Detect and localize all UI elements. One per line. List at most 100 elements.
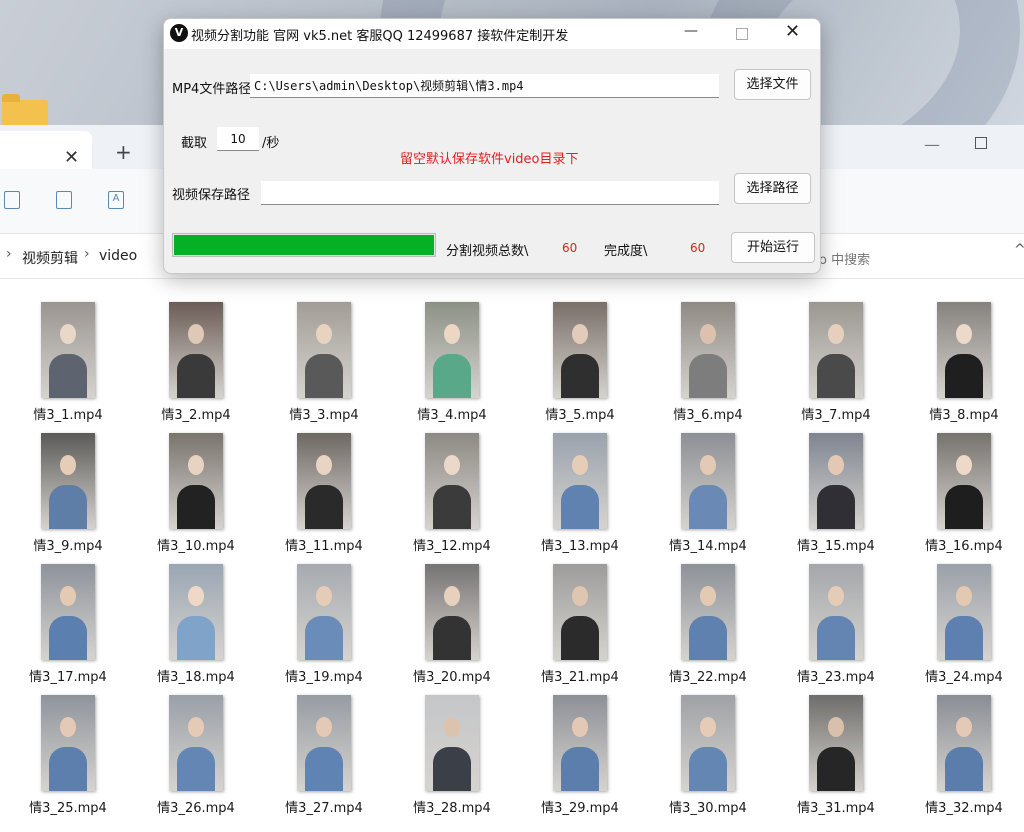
desktop-folder-icon[interactable] [2,94,48,125]
file-item[interactable]: 情3_7.mp4 [768,296,896,427]
video-thumbnail [809,433,863,529]
dialog-titlebar: V 视频分割功能 官网 vk5.net 客服QQ 12499687 接软件定制开… [164,19,820,49]
file-name: 情3_15.mp4 [797,539,875,554]
maximize-icon[interactable] [736,28,748,40]
video-thumbnail [169,433,223,529]
video-thumbnail [681,433,735,529]
rename-icon[interactable]: A [108,191,124,209]
file-name: 情3_7.mp4 [801,408,871,423]
file-item[interactable]: 情3_28.mp4 [384,689,512,820]
save-path-input[interactable] [261,181,719,205]
close-icon[interactable]: ✕ [64,147,79,168]
video-thumbnail [425,695,479,791]
file-name: 情3_22.mp4 [669,670,747,685]
choose-file-button[interactable]: 选择文件 [734,69,811,100]
file-item[interactable]: 情3_10.mp4 [128,427,256,558]
file-item[interactable]: 情3_18.mp4 [128,558,256,689]
file-name: 情3_17.mp4 [29,670,107,685]
choose-path-button[interactable]: 选择路径 [734,173,811,204]
minimize-icon[interactable]: — [684,23,698,39]
progress-fill [174,235,434,255]
file-item[interactable]: 情3_22.mp4 [640,558,768,689]
breadcrumb-item[interactable]: video [99,248,137,264]
file-item[interactable]: 情3_14.mp4 [640,427,768,558]
paste-icon[interactable] [56,191,72,209]
file-name: 情3_1.mp4 [33,408,103,423]
video-thumbnail [553,433,607,529]
maximize-icon[interactable] [975,137,987,149]
video-thumbnail [425,564,479,660]
video-thumbnail [809,695,863,791]
video-thumbnail [553,564,607,660]
close-icon[interactable]: ✕ [785,21,800,42]
file-name: 情3_27.mp4 [285,801,363,816]
video-thumbnail [41,433,95,529]
explorer-tab[interactable]: ✕ [0,131,92,169]
file-item[interactable]: 情3_21.mp4 [512,558,640,689]
video-thumbnail [937,564,991,660]
file-item[interactable]: 情3_29.mp4 [512,689,640,820]
file-item[interactable]: 情3_11.mp4 [256,427,384,558]
file-item[interactable]: 情3_19.mp4 [256,558,384,689]
video-thumbnail [425,433,479,529]
file-item[interactable]: 情3_31.mp4 [768,689,896,820]
completion-label: 完成度\ [604,244,648,259]
clip-label: 截取 [181,136,208,151]
file-name: 情3_4.mp4 [417,408,487,423]
video-thumbnail [41,695,95,791]
file-item[interactable]: 情3_3.mp4 [256,296,384,427]
file-name: 情3_12.mp4 [413,539,491,554]
chevron-right-icon: › [84,246,90,262]
file-name: 情3_24.mp4 [925,670,1003,685]
mp4-path-input[interactable]: C:\Users\admin\Desktop\视频剪辑\情3.mp4 [250,74,719,98]
file-name: 情3_31.mp4 [797,801,875,816]
add-tab-icon[interactable]: + [115,140,132,164]
completion-value: 60 [690,241,706,255]
file-item[interactable]: 情3_24.mp4 [896,558,1024,689]
video-split-dialog: V 视频分割功能 官网 vk5.net 客服QQ 12499687 接软件定制开… [163,18,821,274]
file-item[interactable]: 情3_15.mp4 [768,427,896,558]
video-thumbnail [169,302,223,398]
file-name: 情3_6.mp4 [673,408,743,423]
breadcrumb-item[interactable]: 视频剪辑 [22,248,78,268]
video-thumbnail [937,695,991,791]
file-name: 情3_26.mp4 [157,801,235,816]
file-item[interactable]: 情3_26.mp4 [128,689,256,820]
start-button[interactable]: 开始运行 [731,232,815,263]
video-thumbnail [297,433,351,529]
file-item[interactable]: 情3_12.mp4 [384,427,512,558]
clip-unit-label: /秒 [262,136,280,151]
progress-bar [172,233,436,257]
file-item[interactable]: 情3_20.mp4 [384,558,512,689]
copy-icon[interactable] [4,191,20,209]
file-name: 情3_28.mp4 [413,801,491,816]
file-item[interactable]: 情3_13.mp4 [512,427,640,558]
file-name: 情3_20.mp4 [413,670,491,685]
file-item[interactable]: 情3_1.mp4 [0,296,128,427]
file-name: 情3_18.mp4 [157,670,235,685]
file-item[interactable]: 情3_27.mp4 [256,689,384,820]
file-item[interactable]: 情3_17.mp4 [0,558,128,689]
file-item[interactable]: 情3_32.mp4 [896,689,1024,820]
file-item[interactable]: 情3_30.mp4 [640,689,768,820]
video-thumbnail [937,433,991,529]
file-name: 情3_13.mp4 [541,539,619,554]
file-item[interactable]: 情3_5.mp4 [512,296,640,427]
file-name: 情3_14.mp4 [669,539,747,554]
file-item[interactable]: 情3_8.mp4 [896,296,1024,427]
file-name: 情3_29.mp4 [541,801,619,816]
file-item[interactable]: 情3_4.mp4 [384,296,512,427]
video-thumbnail [297,564,351,660]
file-item[interactable]: 情3_25.mp4 [0,689,128,820]
file-item[interactable]: 情3_2.mp4 [128,296,256,427]
file-item[interactable]: 情3_23.mp4 [768,558,896,689]
file-name: 情3_8.mp4 [929,408,999,423]
clip-seconds-input[interactable]: 10 [217,127,259,151]
file-item[interactable]: 情3_16.mp4 [896,427,1024,558]
total-count-value: 60 [562,241,578,255]
file-item[interactable]: 情3_6.mp4 [640,296,768,427]
minimize-icon[interactable]: — [924,135,940,154]
file-name: 情3_21.mp4 [541,670,619,685]
file-item[interactable]: 情3_9.mp4 [0,427,128,558]
chevron-up-icon[interactable]: ^ [1014,242,1024,258]
